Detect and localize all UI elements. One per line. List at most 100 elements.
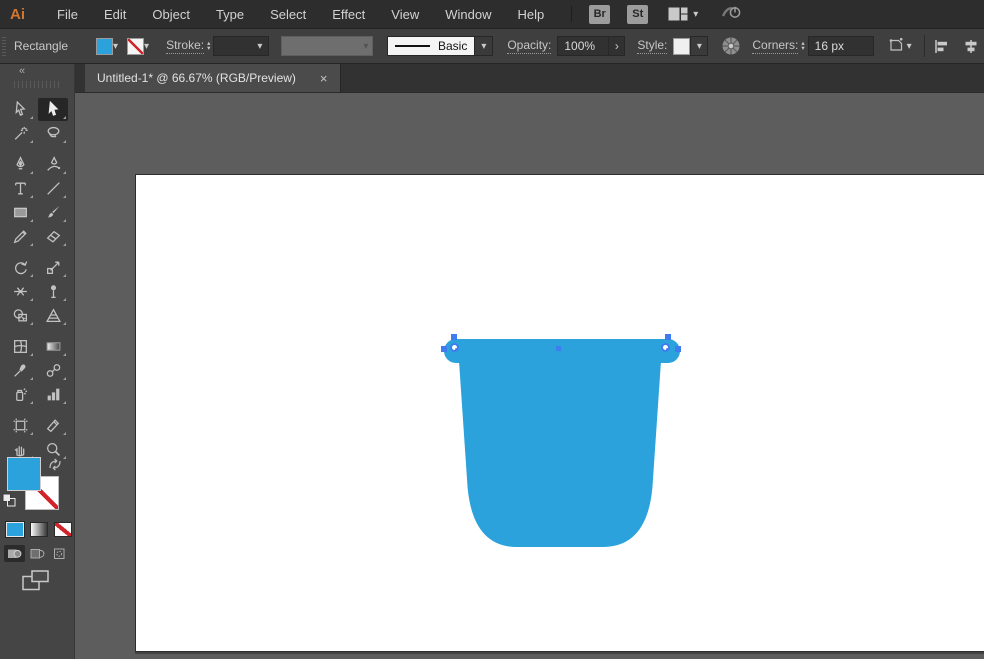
recolor-artwork-button[interactable]: [721, 36, 741, 56]
live-corner-widget-right[interactable]: [661, 343, 670, 352]
mesh-tool[interactable]: [5, 335, 35, 358]
menu-select[interactable]: Select: [257, 7, 319, 22]
draw-behind-icon[interactable]: [27, 545, 48, 562]
menu-type[interactable]: Type: [203, 7, 257, 22]
workspace-switcher[interactable]: ▾: [668, 7, 698, 21]
blend-tool[interactable]: [38, 359, 68, 382]
draw-normal-icon[interactable]: [4, 545, 25, 562]
align-horizontal-left-button[interactable]: [934, 39, 950, 54]
symbol-sprayer-tool[interactable]: [5, 383, 35, 406]
tool-flyout-indicator: [63, 243, 66, 246]
chevron-down-icon[interactable]: ▾: [144, 41, 149, 52]
document-tab-bar: Untitled-1* @ 66.67% (RGB/Preview) ×: [75, 64, 984, 93]
touch-workspace-icon[interactable]: [720, 3, 742, 25]
puppet-warp-tool[interactable]: [38, 280, 68, 303]
bucket-rim-shape[interactable]: [444, 339, 680, 363]
type-tool[interactable]: [5, 177, 35, 200]
tool-row: [5, 177, 68, 200]
anchor-point-left[interactable]: [441, 346, 447, 352]
stroke-weight-dropdown[interactable]: ▾: [213, 36, 269, 56]
artboard[interactable]: [135, 174, 984, 652]
menu-effect[interactable]: Effect: [319, 7, 378, 22]
brush-definition-dropdown[interactable]: Basic: [387, 36, 475, 56]
bucket-body-shape[interactable]: [459, 361, 661, 547]
tool-flyout-indicator: [30, 195, 33, 198]
style-dropdown-button[interactable]: ▾: [690, 36, 708, 56]
scale-tool[interactable]: [38, 256, 68, 279]
lasso-tool[interactable]: [38, 122, 68, 145]
tool-row: [5, 153, 68, 176]
gradient-tool[interactable]: [38, 335, 68, 358]
stroke-color-swatch[interactable]: [127, 38, 144, 55]
curvature-tool[interactable]: [38, 153, 68, 176]
chevron-down-icon: ▾: [907, 41, 912, 52]
default-fill-stroke-icon[interactable]: [2, 493, 16, 512]
chevron-down-icon: ▾: [481, 41, 486, 52]
graphic-style-swatch[interactable]: [673, 38, 690, 55]
menu-edit[interactable]: Edit: [91, 7, 139, 22]
panel-drag-grip[interactable]: [14, 81, 60, 88]
style-label[interactable]: Style:: [637, 38, 667, 54]
stock-button[interactable]: St: [627, 5, 648, 24]
anchor-point-center[interactable]: [556, 346, 561, 351]
corners-stepper[interactable]: ▴ ▾: [801, 41, 804, 51]
draw-inside-icon[interactable]: [50, 545, 71, 562]
tool-flyout-indicator: [63, 195, 66, 198]
rectangle-tool[interactable]: [5, 201, 35, 224]
menu-items: FileEditObjectTypeSelectEffectViewWindow…: [44, 7, 557, 22]
direct-selection-tool[interactable]: [38, 98, 68, 121]
live-corner-widget-left[interactable]: [450, 343, 459, 352]
stepper-down-icon[interactable]: ▾: [207, 46, 210, 51]
stroke-weight-label[interactable]: Stroke:: [166, 38, 204, 54]
none-button[interactable]: [54, 522, 72, 537]
width-profile-dropdown[interactable]: ▾: [281, 36, 373, 56]
document-tab[interactable]: Untitled-1* @ 66.67% (RGB/Preview) ×: [85, 64, 341, 92]
perspective-grid-tool[interactable]: [38, 304, 68, 327]
menu-window[interactable]: Window: [432, 7, 504, 22]
tab-close-icon[interactable]: ×: [320, 72, 328, 85]
corners-field[interactable]: 16 px: [808, 36, 874, 56]
swap-fill-stroke-icon[interactable]: [46, 457, 64, 477]
anchor-point-top-left[interactable]: [451, 334, 457, 340]
pen-tool[interactable]: [5, 153, 35, 176]
slice-tool[interactable]: [38, 414, 68, 437]
align-horizontal-center-button[interactable]: [963, 39, 979, 54]
opacity-field[interactable]: 100%: [557, 36, 609, 56]
stroke-weight-stepper[interactable]: ▴ ▾: [207, 41, 210, 51]
menu-file[interactable]: File: [44, 7, 91, 22]
collapse-panel-icon[interactable]: «: [19, 65, 24, 77]
shape-properties-button[interactable]: ▾: [887, 36, 912, 56]
anchor-point-top-right[interactable]: [665, 334, 671, 340]
tool-flyout-indicator: [63, 322, 66, 325]
opacity-flyout-button[interactable]: ›: [609, 36, 625, 56]
change-screen-mode-icon[interactable]: [22, 570, 50, 596]
width-tool[interactable]: [5, 280, 35, 303]
eraser-tool[interactable]: [38, 225, 68, 248]
opacity-label[interactable]: Opacity:: [507, 38, 551, 54]
artboard-tool[interactable]: [5, 414, 35, 437]
selection-tool[interactable]: [5, 98, 35, 121]
eyedropper-tool[interactable]: [5, 359, 35, 382]
magic-wand-tool[interactable]: [5, 122, 35, 145]
gradient-button[interactable]: [30, 522, 48, 537]
stepper-down-icon[interactable]: ▾: [801, 46, 804, 51]
shape-builder-tool[interactable]: [5, 304, 35, 327]
color-button[interactable]: [6, 522, 24, 537]
selected-object-label: Rectangle: [14, 39, 88, 53]
shaper-tool[interactable]: [5, 225, 35, 248]
paintbrush-tool[interactable]: [38, 201, 68, 224]
fill-color-swatch[interactable]: [96, 38, 113, 55]
bridge-button[interactable]: Br: [589, 5, 610, 24]
fill-swatch[interactable]: [7, 457, 41, 491]
column-graph-tool[interactable]: [38, 383, 68, 406]
line-segment-tool[interactable]: [38, 177, 68, 200]
menu-help[interactable]: Help: [504, 7, 557, 22]
anchor-point-right[interactable]: [675, 346, 681, 352]
chevron-down-icon[interactable]: ▾: [113, 41, 118, 52]
canvas-area[interactable]: [75, 93, 984, 659]
rotate-tool[interactable]: [5, 256, 35, 279]
brush-dropdown-button[interactable]: ▾: [475, 36, 493, 56]
menu-object[interactable]: Object: [139, 7, 203, 22]
menu-view[interactable]: View: [378, 7, 432, 22]
corners-label[interactable]: Corners:: [752, 38, 798, 54]
